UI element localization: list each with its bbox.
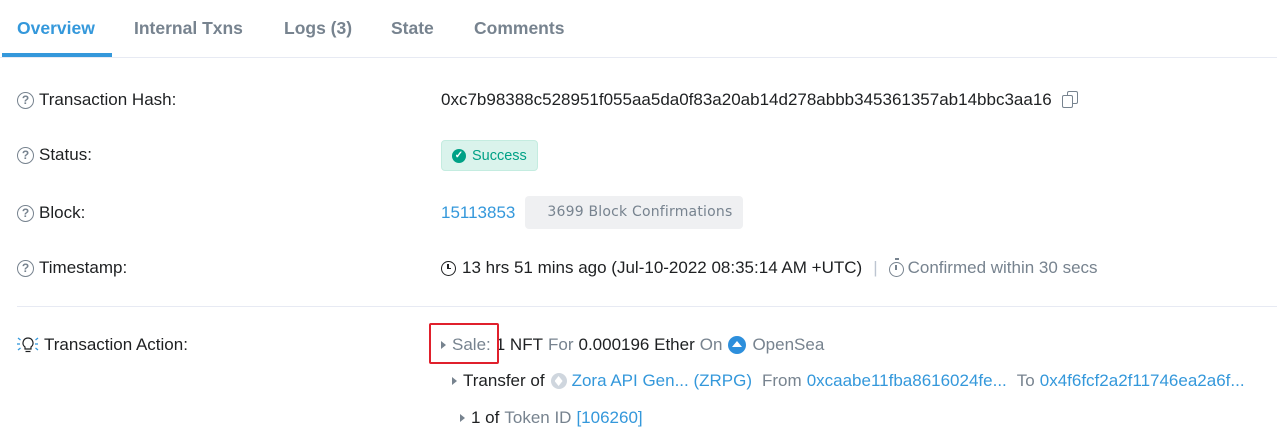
timestamp-label-text: Timestamp: [39,258,128,277]
help-icon[interactable]: ? [17,146,34,164]
token-name-link[interactable]: Zora API Gen... (ZRPG) [572,371,752,391]
block-label: ? Block: [17,203,85,223]
transaction-hash-text: 0xc7b98388c528951f055aa5da0f83a20ab14d27… [441,90,1052,109]
caret-right-icon[interactable] [452,377,457,385]
active-tab-indicator [2,53,112,57]
stopwatch-icon [888,257,904,277]
status-label-text: Status: [39,145,92,164]
from-address-link[interactable]: 0xcaabe11fba8616024fe... [807,371,1007,391]
to-address-link[interactable]: 0x4f6fcf2a2f11746ea2a6f... [1040,371,1245,391]
copy-icon[interactable] [1061,91,1078,109]
status-label: ? Status: [17,145,92,165]
section-divider [17,306,1277,307]
tab-bar: Overview Internal Txns Logs (3) State Co… [0,0,1277,58]
status-value: ✓ Success [441,140,538,171]
block-confirmations-badge: 3699 Block Confirmations [525,196,744,229]
sale-quantity: 1 NFT [495,335,543,354]
tab-comments[interactable]: Comments [474,18,564,39]
tab-logs[interactable]: Logs (3) [284,18,352,39]
tab-state[interactable]: State [391,18,434,39]
transfer-label: Transfer of [463,371,545,390]
status-badge: ✓ Success [441,140,538,171]
block-label-text: Block: [39,203,86,222]
token-id-link[interactable]: [106260] [576,408,642,428]
check-circle-icon: ✓ [452,148,466,163]
lightbulb-icon [17,337,39,353]
token-icon [550,373,567,389]
tab-overview[interactable]: Overview [17,18,95,39]
help-icon[interactable]: ? [17,91,34,109]
confirmed-within-text: Confirmed within 30 secs [907,258,1098,277]
timestamp-value: 13 hrs 51 mins ago (Jul-10-2022 08:35:14… [441,257,1098,278]
transaction-action-label: Transaction Action: [17,335,188,355]
transfer-line: Transfer of Zora API Gen... (ZRPG) From … [452,371,1245,391]
to-word: To [1016,371,1035,390]
block-number-link[interactable]: 15113853 [441,203,515,223]
timestamp-text: 13 hrs 51 mins ago (Jul-10-2022 08:35:14… [462,258,863,277]
status-badge-text: Success [472,147,527,164]
tab-internal-txns[interactable]: Internal Txns [134,18,243,39]
token-id-line: 1 of Token ID [106260] [460,408,643,428]
transaction-hash-label-text: Transaction Hash: [39,90,177,109]
transaction-hash-value: 0xc7b98388c528951f055aa5da0f83a20ab14d27… [441,90,1078,110]
for-word: For [547,335,574,354]
help-icon[interactable]: ? [17,204,34,222]
token-count: 1 of [471,408,500,427]
from-word: From [762,371,802,390]
opensea-icon [728,336,747,354]
on-word: On [699,335,723,354]
help-icon[interactable]: ? [17,259,34,277]
caret-right-icon[interactable] [460,414,465,422]
token-id-label: Token ID [504,408,572,427]
transaction-action-label-text: Transaction Action: [44,335,188,354]
clock-icon [441,260,456,276]
highlight-box [429,323,499,364]
sale-amount: 0.000196 Ether [578,335,695,354]
transaction-hash-label: ? Transaction Hash: [17,90,176,110]
marketplace-name: OpenSea [752,335,825,354]
timestamp-label: ? Timestamp: [17,258,127,278]
block-value: 15113853 3699 Block Confirmations [441,196,744,229]
separator: | [873,258,878,277]
